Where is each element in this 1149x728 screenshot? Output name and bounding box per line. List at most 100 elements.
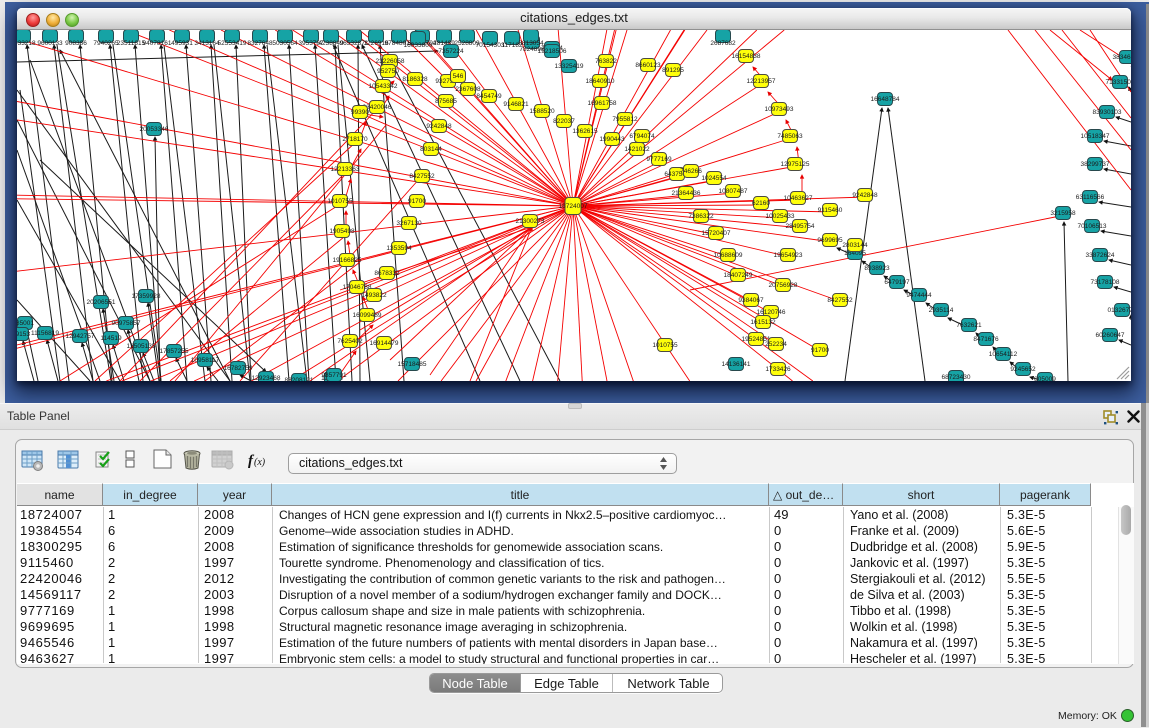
svg-text:2687682: 2687682: [710, 40, 736, 47]
svg-text:(x): (x): [254, 457, 266, 468]
svg-text:3215958: 3215958: [1050, 210, 1076, 217]
svg-text:15720407: 15720407: [702, 230, 731, 237]
svg-text:16033809: 16033809: [404, 42, 433, 49]
svg-text:85001: 85001: [17, 320, 34, 327]
svg-text:20756928: 20756928: [769, 282, 798, 289]
svg-text:8660123: 8660123: [635, 62, 661, 69]
svg-text:83930103: 83930103: [1093, 109, 1122, 116]
svg-text:952750: 952750: [377, 68, 399, 75]
svg-text:28495754: 28495754: [786, 223, 815, 230]
svg-text:7485063: 7485063: [777, 133, 803, 140]
svg-text:891295: 891295: [662, 67, 684, 74]
svg-text:16120746: 16120746: [757, 309, 786, 316]
svg-text:38346578: 38346578: [1113, 54, 1131, 61]
svg-text:7632621: 7632621: [956, 322, 982, 329]
svg-text:9699695: 9699695: [817, 237, 843, 244]
svg-text:763822: 763822: [595, 58, 617, 65]
svg-text:10973493: 10973493: [765, 106, 794, 113]
svg-text:16154838: 16154838: [732, 53, 761, 60]
svg-text:2367608: 2367608: [455, 86, 481, 93]
svg-text:16914479: 16914479: [370, 340, 399, 347]
svg-text:01326773: 01326773: [1108, 307, 1131, 314]
svg-text:1588520: 1588520: [529, 108, 555, 115]
svg-text:252234: 252234: [765, 341, 787, 348]
svg-text:9600133: 9600133: [37, 40, 63, 47]
svg-text:1733426: 1733426: [765, 366, 791, 373]
svg-text:12942757: 12942757: [66, 333, 95, 340]
svg-text:1010755: 1010755: [652, 342, 678, 349]
svg-text:68723430: 68723430: [942, 374, 971, 381]
svg-text:8454749: 8454749: [476, 93, 502, 100]
svg-text:1421022: 1421022: [624, 146, 650, 153]
svg-text:2935114: 2935114: [929, 307, 954, 314]
svg-text:16648784: 16648784: [871, 96, 900, 103]
svg-text:14136141: 14136141: [722, 361, 751, 368]
svg-text:2803144: 2803144: [842, 242, 868, 249]
svg-text:10654112: 10654112: [989, 351, 1018, 358]
svg-text:6479197: 6479197: [884, 279, 910, 286]
svg-text:10025433: 10025433: [766, 213, 795, 220]
svg-text:19166825: 19166825: [333, 257, 362, 264]
svg-text:1615132: 1615132: [750, 319, 776, 326]
svg-text:10958117: 10958117: [191, 357, 220, 364]
svg-text:908386: 908386: [65, 40, 87, 47]
svg-text:17857255: 17857255: [160, 348, 189, 355]
svg-text:2718170: 2718170: [342, 136, 368, 143]
svg-text:94078161: 94078161: [143, 40, 172, 47]
svg-text:33872624: 33872624: [1086, 252, 1115, 259]
svg-text:99390: 99390: [351, 109, 369, 116]
svg-text:822037: 822037: [553, 118, 575, 125]
svg-text:19218506: 19218506: [538, 48, 567, 55]
svg-text:10518347: 10518347: [1081, 133, 1110, 140]
svg-text:1353594: 1353594: [386, 245, 412, 252]
svg-text:62160: 62160: [752, 200, 770, 207]
svg-text:12975125: 12975125: [781, 161, 810, 168]
svg-text:19654923: 19654923: [774, 252, 803, 259]
svg-text:18724007: 18724007: [559, 203, 588, 210]
svg-text:3413164: 3413164: [194, 40, 220, 47]
svg-text:7940265: 7940265: [93, 40, 119, 47]
svg-text:8427552: 8427552: [827, 297, 853, 304]
svg-text:21364436: 21364436: [672, 190, 701, 197]
svg-text:12923468: 12923468: [252, 375, 281, 381]
svg-text:9115460: 9115460: [818, 207, 843, 214]
svg-text:9857791: 9857791: [321, 372, 347, 379]
svg-text:39153: 39153: [17, 331, 30, 338]
svg-text:91700: 91700: [408, 198, 426, 205]
svg-text:8186328: 8186328: [402, 76, 428, 83]
svg-text:18407249: 18407249: [724, 272, 753, 279]
svg-text:10807487: 10807487: [719, 188, 748, 195]
svg-text:20053346: 20053346: [140, 126, 169, 133]
svg-text:7386322: 7386322: [688, 213, 714, 220]
svg-text:8813054: 8813054: [518, 40, 544, 47]
svg-text:52553419: 52553419: [218, 40, 247, 47]
svg-text:63116566: 63116566: [1076, 194, 1105, 201]
svg-text:805009: 805009: [1034, 376, 1056, 381]
svg-text:23226058: 23226058: [376, 58, 405, 65]
svg-text:12213957: 12213957: [747, 78, 776, 85]
svg-text:38299737: 38299737: [1081, 161, 1110, 168]
svg-text:1010755: 1010755: [327, 198, 353, 205]
svg-text:73178108: 73178108: [1091, 279, 1120, 286]
svg-text:1362615: 1362615: [572, 128, 598, 135]
svg-text:12505135: 12505135: [127, 343, 156, 350]
svg-text:9245652: 9245652: [1010, 366, 1036, 373]
svg-text:11156819: 11156819: [31, 330, 59, 337]
svg-text:16782759: 16782759: [224, 365, 253, 372]
svg-text:17359928: 17359928: [132, 293, 161, 300]
svg-text:8471676: 8471676: [973, 336, 999, 343]
svg-text:9242848: 9242848: [852, 192, 878, 199]
svg-text:7357224: 7357224: [438, 48, 464, 55]
svg-text:23511615: 23511615: [117, 40, 146, 47]
svg-text:114519: 114519: [100, 335, 122, 342]
svg-text:9242848: 9242848: [426, 123, 452, 130]
svg-text:0433218: 0433218: [17, 40, 36, 47]
svg-text:10688609: 10688609: [714, 252, 743, 259]
svg-text:88208121: 88208121: [285, 377, 314, 381]
svg-text:20206551: 20206551: [87, 299, 116, 306]
svg-text:3267130: 3267130: [396, 220, 422, 227]
svg-text:875685: 875685: [435, 98, 457, 105]
svg-text:5030564: 5030564: [272, 40, 298, 47]
svg-text:495931: 495931: [171, 40, 193, 47]
svg-text:13325419: 13325419: [555, 63, 584, 70]
